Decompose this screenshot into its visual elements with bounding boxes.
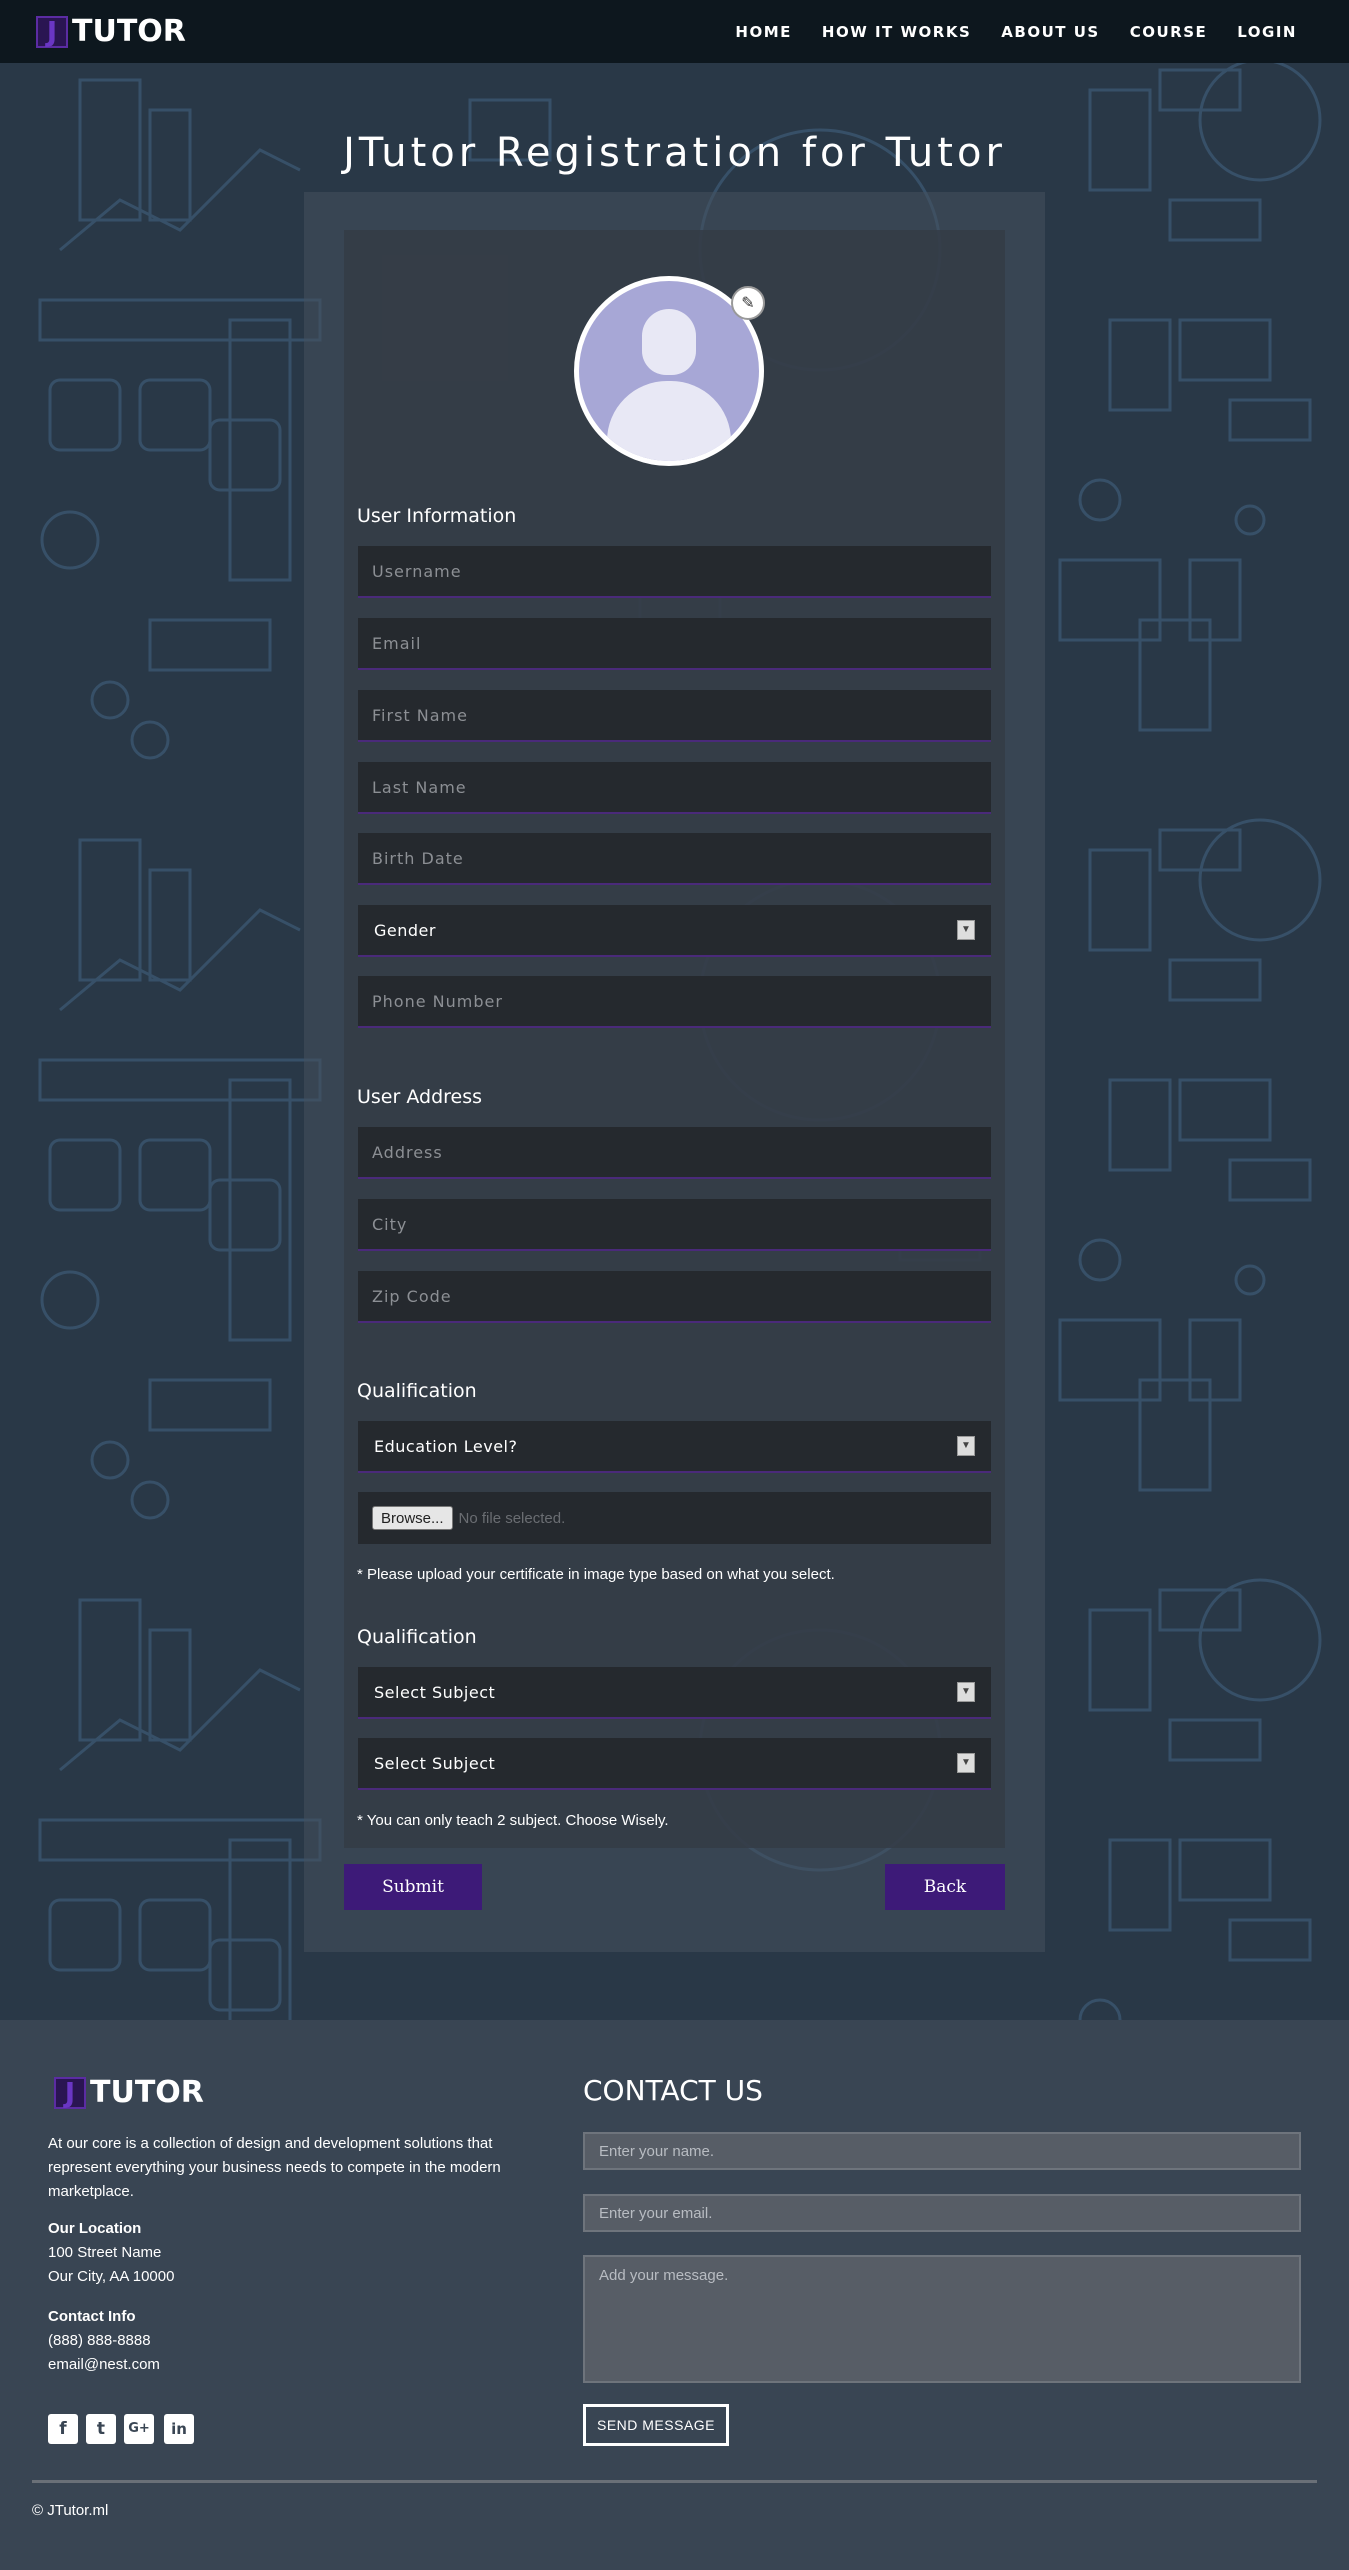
user-silhouette-icon [642, 309, 696, 375]
submit-button[interactable]: Submit [344, 1864, 482, 1910]
chevron-down-icon: ▼ [957, 1753, 975, 1773]
nav-login[interactable]: LOGIN [1237, 23, 1297, 41]
pencil-icon[interactable]: ✎ [731, 286, 765, 320]
zip-input[interactable] [358, 1271, 991, 1321]
subject-select-2-label: Select Subject [374, 1753, 496, 1773]
certificate-file-field: Browse... No file selected. [358, 1492, 991, 1544]
username-field [358, 546, 991, 598]
nav-about-us[interactable]: ABOUT US [1001, 23, 1099, 41]
form-inner-panel [344, 230, 1005, 1848]
facebook-icon[interactable]: f [48, 2414, 78, 2444]
subject-select-1-label: Select Subject [374, 1682, 496, 1702]
linkedin-icon[interactable]: in [164, 2414, 194, 2444]
location-line-2: Our City, AA 10000 [48, 2268, 175, 2285]
city-field [358, 1199, 991, 1251]
first-name-input[interactable] [358, 690, 991, 740]
contact-email-input[interactable] [583, 2194, 1301, 2232]
certificate-note: * Please upload your certificate in imag… [357, 1566, 835, 1583]
contact-info-title: Contact Info [48, 2308, 136, 2325]
copyright: © JTutor.ml [32, 2502, 109, 2519]
google-plus-icon[interactable]: G+ [124, 2414, 154, 2444]
username-input[interactable] [358, 546, 991, 596]
subjects-note: * You can only teach 2 subject. Choose W… [357, 1812, 669, 1829]
footer-logo[interactable]: J TUTOR [54, 2075, 204, 2110]
back-button[interactable]: Back [885, 1864, 1005, 1910]
location-title: Our Location [48, 2220, 142, 2237]
subjects-title: Qualification [357, 1626, 477, 1648]
logo-j-mark: J [36, 15, 68, 48]
address-field [358, 1127, 991, 1179]
gender-select-label: Gender [374, 920, 436, 940]
logo-text: TUTOR [72, 14, 186, 49]
last-name-field [358, 762, 991, 814]
zip-field [358, 1271, 991, 1323]
contact-phone: (888) 888-8888 [48, 2332, 151, 2349]
birth-date-input[interactable] [358, 833, 991, 883]
nav-home[interactable]: HOME [735, 23, 791, 41]
contact-name-input[interactable] [583, 2132, 1301, 2170]
birth-date-field [358, 833, 991, 885]
chevron-down-icon: ▼ [957, 1436, 975, 1456]
email-input[interactable] [358, 618, 991, 668]
browse-button[interactable]: Browse... [372, 1506, 453, 1530]
no-file-text: No file selected. [458, 1509, 566, 1527]
nav-course[interactable]: COURSE [1130, 23, 1208, 41]
city-input[interactable] [358, 1199, 991, 1249]
education-level-select[interactable]: Education Level? ▼ [358, 1421, 991, 1473]
email-field [358, 618, 991, 670]
nav-how-it-works[interactable]: HOW IT WORKS [822, 23, 971, 41]
last-name-input[interactable] [358, 762, 991, 812]
footer-logo-text: TUTOR [90, 2075, 204, 2110]
education-level-label: Education Level? [374, 1436, 518, 1456]
gender-select[interactable]: Gender ▼ [358, 905, 991, 957]
phone-input[interactable] [358, 976, 991, 1026]
user-silhouette-body [607, 381, 731, 461]
user-address-title: User Address [357, 1086, 483, 1108]
footer-logo-j-mark: J [54, 2076, 86, 2109]
subject-select-2[interactable]: Select Subject ▼ [358, 1738, 991, 1790]
chevron-down-icon: ▼ [957, 920, 975, 940]
user-information-title: User Information [357, 505, 517, 527]
qualification-title: Qualification [357, 1380, 477, 1402]
twitter-icon[interactable]: t [86, 2414, 116, 2444]
address-input[interactable] [358, 1127, 991, 1177]
phone-field [358, 976, 991, 1028]
location-line-1: 100 Street Name [48, 2244, 162, 2261]
contact-email: email@nest.com [48, 2356, 160, 2373]
nav-links: HOME HOW IT WORKS ABOUT US COURSE LOGIN [735, 23, 1297, 41]
first-name-field [358, 690, 991, 742]
footer-divider [32, 2480, 1317, 2483]
send-message-button[interactable]: SEND MESSAGE [583, 2404, 729, 2446]
contact-us-title: CONTACT US [583, 2074, 763, 2107]
chevron-down-icon: ▼ [957, 1682, 975, 1702]
contact-message-textarea[interactable] [583, 2255, 1301, 2383]
page-title: JTutor Registration for Tutor [343, 130, 1006, 176]
site-logo[interactable]: J TUTOR [36, 14, 186, 49]
footer-description: At our core is a collection of design an… [48, 2135, 501, 2200]
navbar: J TUTOR HOME HOW IT WORKS ABOUT US COURS… [0, 0, 1349, 63]
subject-select-1[interactable]: Select Subject ▼ [358, 1667, 991, 1719]
